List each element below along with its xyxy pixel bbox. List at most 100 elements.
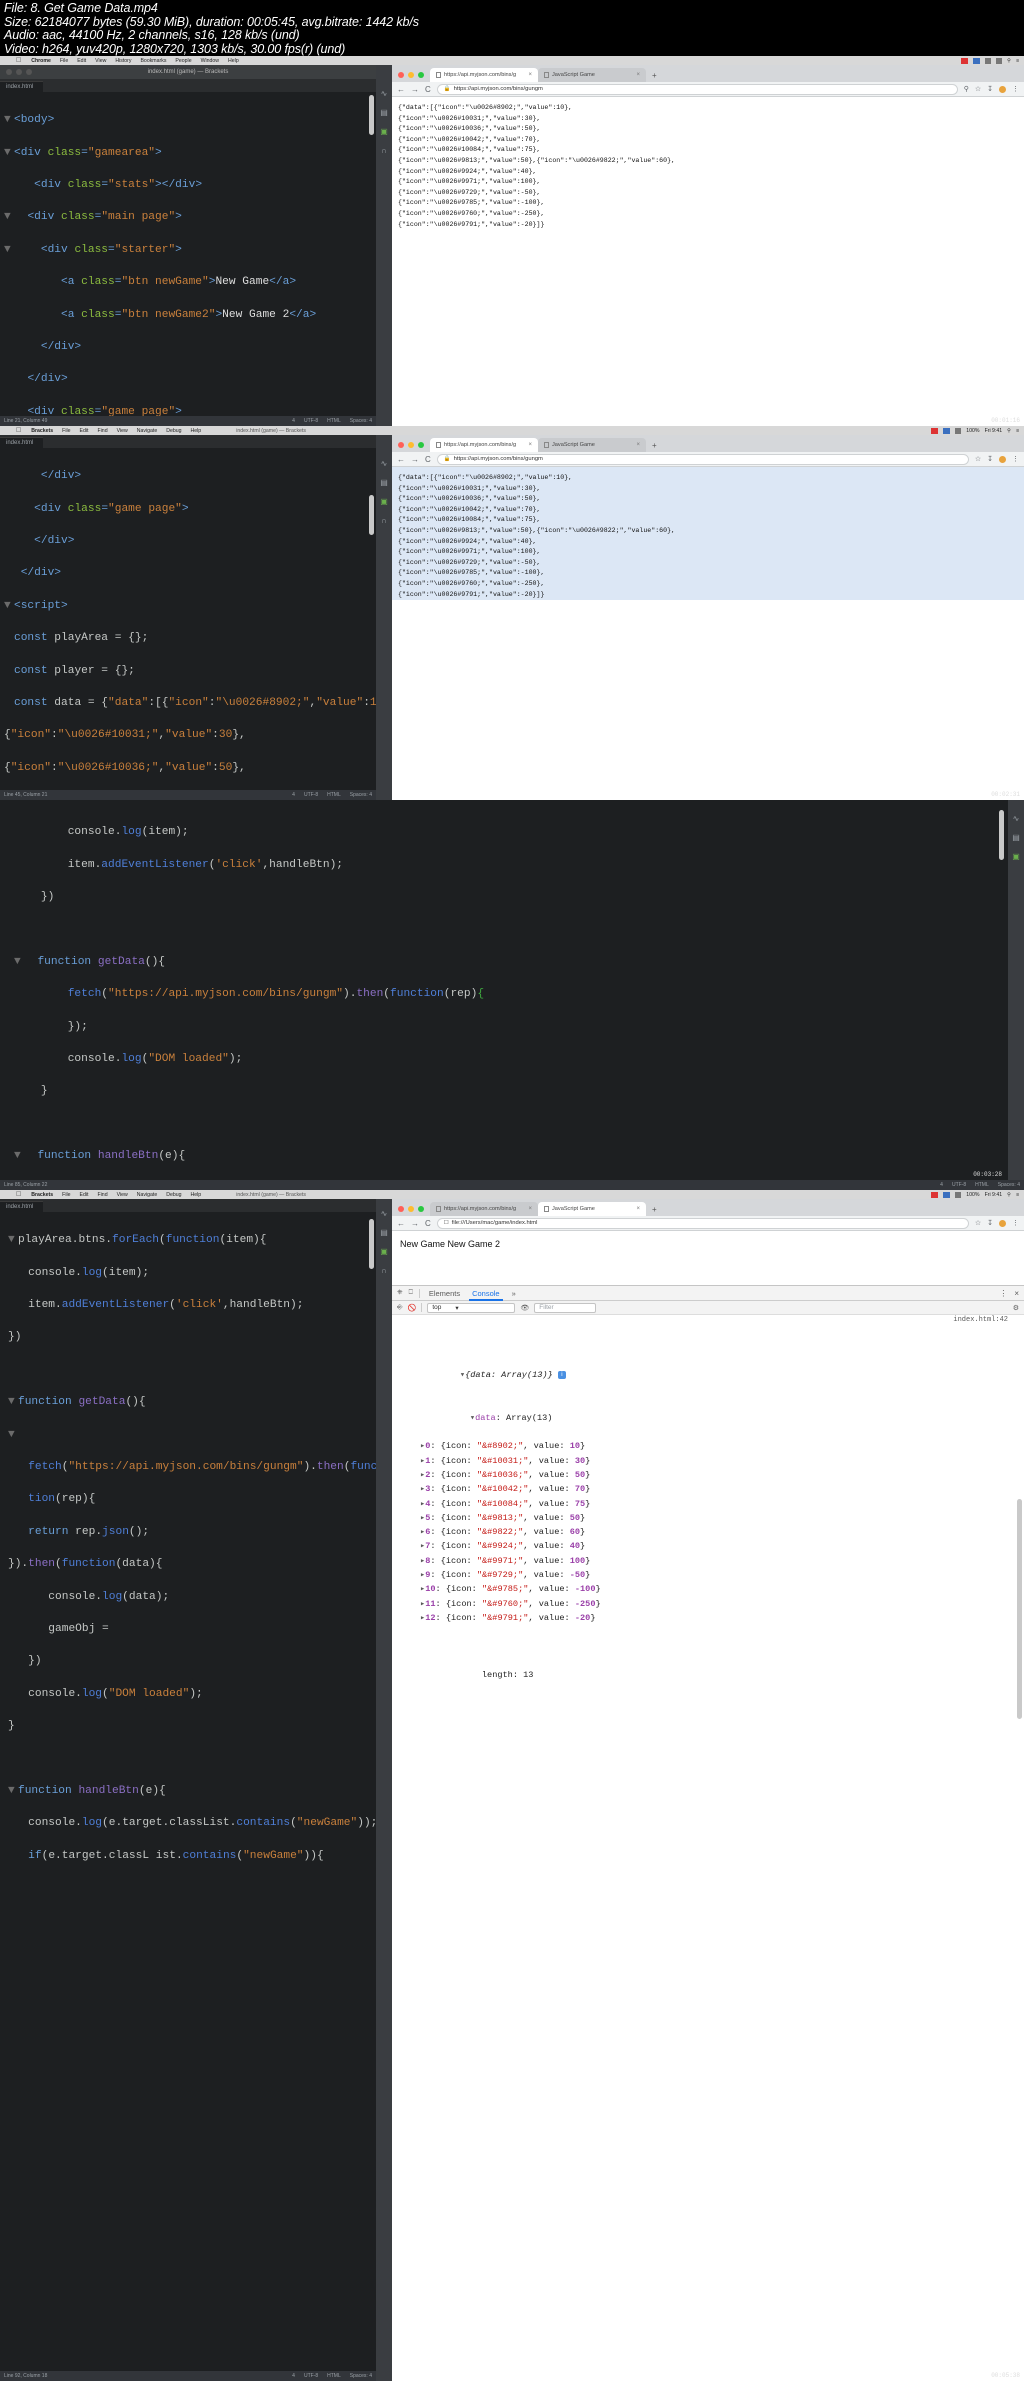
chrome-tab-game-4[interactable]: JavaScript Game × <box>538 1202 646 1216</box>
statusbar-spaces-4[interactable]: Spaces: 4 <box>350 2373 372 2379</box>
live-preview-icon-4[interactable]: ∿ <box>381 1209 388 1218</box>
statusbar-right-4[interactable]: 4 UTF-8 HTML Spaces: 4 <box>292 2373 372 2379</box>
menu-navigate-2[interactable]: Navigate <box>137 428 157 434</box>
zoom-search-icon[interactable]: ⚲ <box>964 85 969 93</box>
brackets-sidebar-strip-1[interactable]: ∿ ▤ ▣ ∩ <box>376 65 392 426</box>
brackets-sidebar-strip-2[interactable]: ∿ ▤ ▣ ∩ <box>376 435 392 800</box>
search-icon[interactable]: ⚲ <box>1007 58 1011 64</box>
menu-extras-icon-2[interactable]: ≡ <box>1016 428 1019 434</box>
console-entry-row[interactable]: ▸1: {icon: "&#10031;", value: 30} <box>420 1454 1024 1468</box>
filterbar-right[interactable]: ⚙ <box>1013 1304 1019 1312</box>
menu-view[interactable]: View <box>95 58 106 64</box>
menubar-status-icons-4[interactable]: 100% Fri 9:41 ⚲ ≡ <box>931 1191 1024 1198</box>
menu-file-4[interactable]: File <box>62 1192 70 1198</box>
more-tabs-icon[interactable]: » <box>509 1289 519 1298</box>
chrome-tab-close-icon-3[interactable]: × <box>528 442 532 448</box>
editor-tab-index-html[interactable]: index.html <box>0 81 44 92</box>
chrome-maximize-icon-2[interactable] <box>418 442 424 448</box>
devtools-scrollbar-thumb[interactable] <box>1017 1499 1022 1719</box>
download-icon[interactable]: ↧ <box>987 85 993 93</box>
chrome-tab-close-icon-6[interactable]: × <box>636 1206 640 1212</box>
search-icon-4[interactable]: ⚲ <box>1007 1192 1011 1198</box>
editor-code-3[interactable]: console.log(item); item.addEventListener… <box>0 800 1024 1190</box>
console-entry-row[interactable]: ▸6: {icon: "&#9822;", value: 60} <box>420 1525 1024 1539</box>
statusbar-encoding-2[interactable]: UTF-8 <box>304 792 318 798</box>
menu-navigate-4[interactable]: Navigate <box>137 1192 157 1198</box>
forward-icon-4[interactable]: → <box>411 1219 419 1228</box>
chrome-menu-icon-4[interactable]: ⋮ <box>1012 1219 1019 1227</box>
console-entry-row[interactable]: ▸2: {icon: "&#10036;", value: 50} <box>420 1468 1024 1482</box>
chrome-tab-close-icon-4[interactable]: × <box>636 442 640 448</box>
mac-menubar-1[interactable]:  Chrome File Edit View History Bookmark… <box>0 56 1024 65</box>
editor-scrollbar-thumb-4[interactable] <box>369 1219 374 1269</box>
chrome-traffic-lights-4[interactable] <box>396 1206 430 1216</box>
chrome-minimize-icon[interactable] <box>408 72 414 78</box>
editor-tab-index-html-2[interactable]: index.html <box>0 437 44 448</box>
console-entry-row[interactable]: ▸12: {icon: "&#9791;", value: -20} <box>420 1611 1024 1625</box>
chrome-tab-close-icon-5[interactable]: × <box>528 1206 532 1212</box>
extension-manager-icon-3[interactable]: ▤ <box>1012 833 1020 842</box>
omnibox-actions-2[interactable]: ☆ ↧ ⋮ <box>975 455 1019 463</box>
menu-view-4[interactable]: View <box>117 1192 128 1198</box>
editor-scrollbar-thumb-1[interactable] <box>369 95 374 135</box>
menu-view-2[interactable]: View <box>117 428 128 434</box>
lint-status-icon-3[interactable]: ▣ <box>1012 852 1020 861</box>
chrome-maximize-icon-4[interactable] <box>418 1206 424 1212</box>
extension-manager-icon-4[interactable]: ▤ <box>380 1228 388 1237</box>
menu-extras-icon[interactable]: ≡ <box>1016 58 1019 64</box>
statusbar-spaces[interactable]: Spaces: 4 <box>350 418 372 424</box>
editor-scrollbar-thumb-2[interactable] <box>369 495 374 535</box>
chrome-tab-close-icon-2[interactable]: × <box>636 72 640 78</box>
reload-icon-4[interactable]: C <box>425 1219 431 1228</box>
lint-status-icon-4[interactable]: ▣ <box>380 1247 388 1256</box>
info-badge-icon[interactable]: i <box>557 1370 566 1379</box>
editor-code-4[interactable]: ▼ playArea.btns.forEach(function(item){ c… <box>0 1212 377 1896</box>
bookmark-star-icon-2[interactable]: ☆ <box>975 455 981 463</box>
profile-avatar-4[interactable] <box>999 1219 1006 1227</box>
menu-extras-icon-4[interactable]: ≡ <box>1016 1192 1019 1198</box>
menu-help-2[interactable]: Help <box>191 428 202 434</box>
menu-window[interactable]: Window <box>201 58 219 64</box>
chrome-traffic-lights-2[interactable] <box>396 442 430 452</box>
console-entry-row[interactable]: ▸7: {icon: "&#9924;", value: 40} <box>420 1539 1024 1553</box>
console-entry-row[interactable]: ▸5: {icon: "&#9813;", value: 50} <box>420 1511 1024 1525</box>
no-entry-icon[interactable]: 🚫 <box>408 1304 417 1312</box>
console-entry-row[interactable]: ▸3: {icon: "&#10042;", value: 70} <box>420 1482 1024 1496</box>
chrome-omnibox-bar-2[interactable]: ← → C 🔒 https://api.myjson.com/bins/gung… <box>392 452 1024 467</box>
forward-icon-2[interactable]: → <box>411 455 419 464</box>
profile-avatar[interactable] <box>999 85 1006 93</box>
devtools-toolbar-right[interactable]: ⋮ × <box>999 1289 1019 1298</box>
statusbar-indent-3[interactable]: 4 <box>940 1182 943 1188</box>
new-tab-button-4[interactable]: + <box>646 1205 663 1216</box>
menu-edit[interactable]: Edit <box>77 58 86 64</box>
statusbar-encoding-4[interactable]: UTF-8 <box>304 2373 318 2379</box>
console-entry-row[interactable]: ▸4: {icon: "&#10084;", value: 75} <box>420 1497 1024 1511</box>
console-root-row[interactable]: ▾{data: Array(13)} i <box>398 1354 1024 1380</box>
git-icon-4[interactable]: ∩ <box>381 1266 387 1275</box>
chrome-tab-api-2[interactable]: https://api.myjson.com/bins/g × <box>430 438 538 452</box>
menu-brackets[interactable]: Brackets <box>31 428 53 434</box>
menu-help[interactable]: Help <box>228 58 239 64</box>
statusbar-language[interactable]: HTML <box>327 418 341 424</box>
git-icon-2[interactable]: ∩ <box>381 516 387 525</box>
inspect-element-icon[interactable]: ⎈ <box>397 1289 403 1297</box>
chrome-traffic-lights-1[interactable] <box>396 72 430 82</box>
live-preview-icon[interactable]: ∿ <box>381 89 388 98</box>
console-filter-bar[interactable]: ⎆ 🚫 top ▾ 👁 Filter ⚙ <box>392 1301 1024 1315</box>
editor-tab-index-html-4[interactable]: index.html <box>0 1201 44 1212</box>
statusbar-language-4[interactable]: HTML <box>327 2373 341 2379</box>
chrome-tab-game-2[interactable]: JavaScript Game × <box>538 438 646 452</box>
brackets-sidebar-strip-3[interactable]: ∿ ▤ ▣ <box>1008 800 1024 1190</box>
chrome-tabstrip-1[interactable]: https://api.myjson.com/bins/g × JavaScri… <box>392 65 1024 82</box>
menu-file-2[interactable]: File <box>62 428 70 434</box>
editor-scrollbar-thumb-3[interactable] <box>999 810 1004 860</box>
url-input-2[interactable]: 🔒 https://api.myjson.com/bins/gungm <box>436 453 969 465</box>
statusbar-right-2[interactable]: 4 UTF-8 HTML Spaces: 4 <box>292 792 372 798</box>
chrome-tabstrip-2[interactable]: https://api.myjson.com/bins/g × JavaScri… <box>392 435 1024 452</box>
profile-avatar-2[interactable] <box>999 455 1006 463</box>
live-preview-icon-3[interactable]: ∿ <box>1013 814 1020 823</box>
console-data-row[interactable]: ▾data: data: Array(13)Array(13) <box>398 1396 1024 1423</box>
lint-status-icon-2[interactable]: ▣ <box>380 497 388 506</box>
bookmark-star-icon-4[interactable]: ☆ <box>975 1219 981 1227</box>
live-preview-icon-2[interactable]: ∿ <box>381 459 388 468</box>
